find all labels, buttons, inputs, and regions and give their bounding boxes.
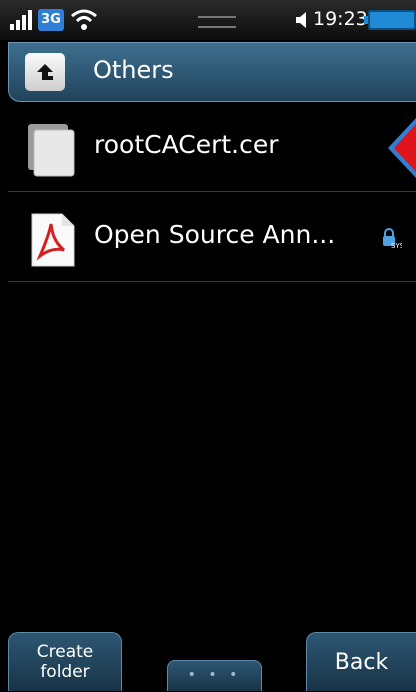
create-folder-label-line1: Create [36, 642, 94, 662]
file-list-item[interactable]: rootCACert.cer [8, 104, 416, 192]
wifi-icon [71, 9, 97, 30]
create-folder-label-line2: folder [40, 662, 90, 682]
battery-icon [364, 10, 416, 30]
signal-strength-icon [10, 10, 32, 30]
pdf-file-icon [31, 213, 75, 267]
folder-title: Others [93, 56, 174, 84]
speaker-icon [296, 12, 306, 28]
file-list-item[interactable]: Open Source Ann... SYS [8, 194, 416, 282]
create-folder-button[interactable]: Create folder [8, 632, 122, 691]
more-options-button[interactable]: • • • [167, 660, 262, 691]
drag-handle-icon[interactable] [198, 16, 236, 28]
svg-text:SYS: SYS [391, 242, 402, 250]
status-bar: 3G 19:23 [0, 0, 416, 40]
selection-arrow-icon [388, 118, 416, 178]
file-name: Open Source Ann... [94, 220, 336, 249]
up-folder-button[interactable] [25, 53, 65, 91]
folder-header: Others [8, 42, 416, 102]
back-button[interactable]: Back [306, 632, 416, 691]
network-3g-icon: 3G [38, 9, 64, 31]
file-name: rootCACert.cer [94, 130, 279, 159]
generic-file-icon [28, 124, 75, 177]
clock: 19:23 [313, 8, 368, 30]
sys-lock-icon: SYS [383, 228, 402, 250]
up-arrow-icon [37, 64, 53, 80]
